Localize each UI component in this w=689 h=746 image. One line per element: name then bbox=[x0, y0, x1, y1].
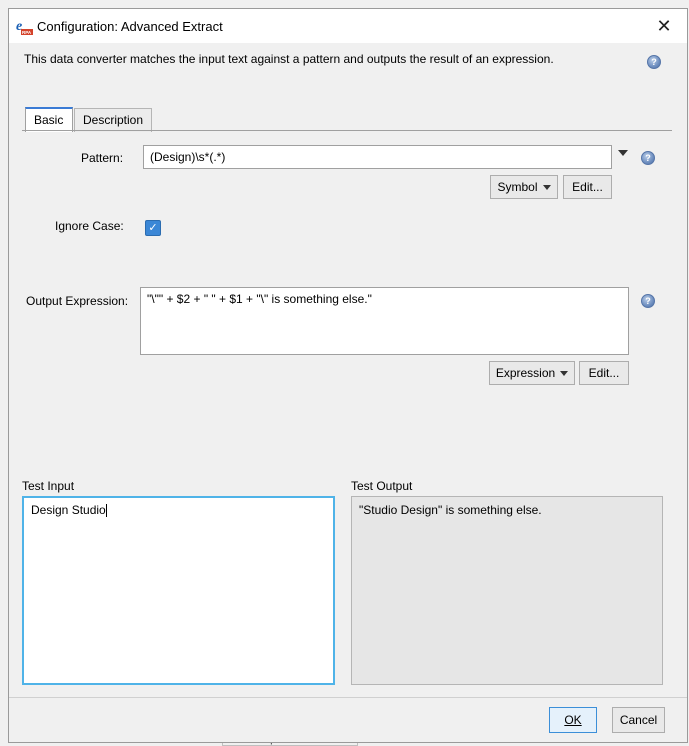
chevron-down-icon bbox=[542, 185, 551, 191]
pattern-input[interactable]: (Design)\s*(.*) bbox=[143, 145, 612, 169]
output-expression-input[interactable]: "\"" + $2 + " " + $1 + "\" is something … bbox=[140, 287, 629, 355]
ignore-case-checkbox[interactable]: ✓ bbox=[145, 220, 161, 236]
app-icon: e RPA bbox=[15, 17, 33, 35]
symbol-button[interactable]: Symbol bbox=[490, 175, 558, 199]
expression-help-icon[interactable]: ? bbox=[641, 294, 655, 308]
text-cursor bbox=[105, 504, 107, 518]
test-input-field[interactable]: Design Studio bbox=[22, 496, 335, 685]
close-icon[interactable]: ✕ bbox=[641, 9, 687, 43]
expression-edit-button[interactable]: Edit... bbox=[579, 361, 629, 385]
ok-button[interactable]: OK bbox=[549, 707, 597, 733]
output-expression-label: Output Expression: bbox=[26, 294, 129, 308]
footer-divider bbox=[9, 697, 687, 698]
ignore-case-label: Ignore Case: bbox=[55, 219, 124, 233]
test-output-label: Test Output bbox=[351, 479, 413, 493]
chevron-down-icon bbox=[560, 371, 569, 377]
tab-description[interactable]: Description bbox=[74, 108, 152, 132]
tab-basic[interactable]: Basic bbox=[25, 107, 73, 132]
help-icon[interactable]: ? bbox=[647, 55, 661, 69]
configuration-dialog: e RPA Configuration: Advanced Extract ✕ … bbox=[8, 8, 688, 743]
pattern-help-icon[interactable]: ? bbox=[641, 151, 655, 165]
window-title: Configuration: Advanced Extract bbox=[37, 19, 223, 34]
test-output-field: "Studio Design" is something else. bbox=[351, 496, 663, 685]
title-bar: e RPA Configuration: Advanced Extract ✕ bbox=[9, 9, 687, 43]
cancel-button[interactable]: Cancel bbox=[612, 707, 665, 733]
test-input-label: Test Input bbox=[22, 479, 75, 493]
pattern-edit-button[interactable]: Edit... bbox=[563, 175, 612, 199]
expression-button[interactable]: Expression bbox=[489, 361, 575, 385]
svg-text:RPA: RPA bbox=[22, 30, 32, 35]
pattern-dropdown-icon[interactable] bbox=[618, 150, 628, 156]
tab-divider bbox=[22, 130, 672, 131]
description-text: This data converter matches the input te… bbox=[24, 52, 554, 66]
pattern-label: Pattern: bbox=[81, 151, 124, 165]
